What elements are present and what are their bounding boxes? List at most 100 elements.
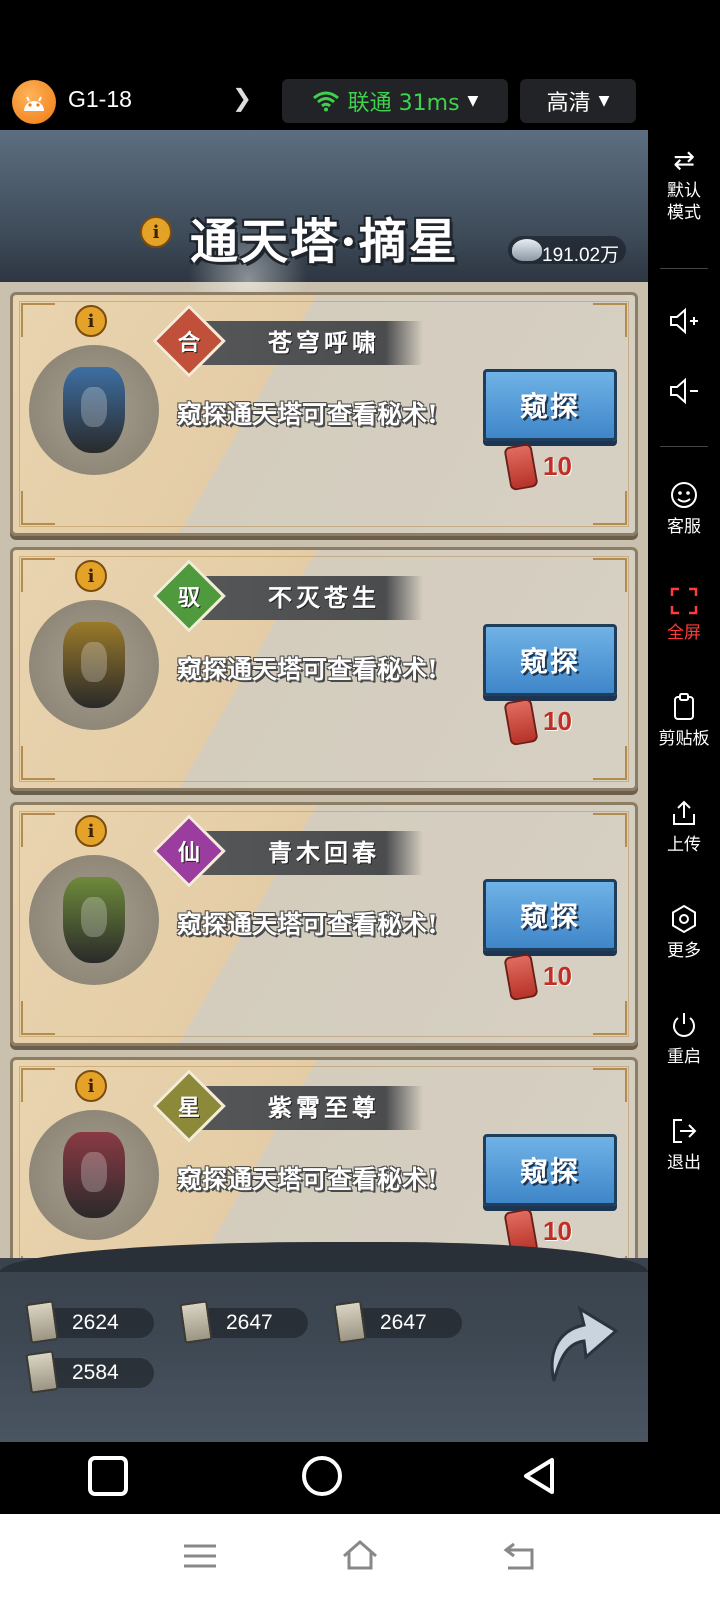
silver-ingot-icon — [512, 239, 542, 261]
default-mode-button[interactable]: ⇄ 默认 模式 — [648, 144, 720, 224]
network-status-dropdown[interactable]: 联通 31ms ▼ — [282, 79, 508, 123]
customer-service-button[interactable]: 客服 — [648, 480, 720, 538]
resource-counter: 2624 — [25, 1300, 154, 1344]
peek-cost: 10 — [543, 1216, 572, 1246]
quality-dropdown[interactable]: 高清 ▼ — [520, 79, 636, 123]
back-icon[interactable] — [500, 1536, 540, 1576]
skill-name: 不灭苍生 — [268, 583, 380, 612]
resource-value: 2624 — [72, 1311, 119, 1334]
swap-icon: ⇄ — [673, 146, 695, 176]
peek-button[interactable]: 窥探 — [483, 1134, 617, 1206]
card-info-icon[interactable]: i — [75, 305, 107, 337]
scroll-ticket-icon — [503, 952, 539, 1002]
skill-card: i 仙 青木回春 窥探通天塔可查看秘术! 窥探 10 — [10, 802, 638, 1046]
scroll-ticket-icon — [503, 442, 539, 492]
quality-label: 高清 — [546, 91, 591, 116]
cloud-session-bar: G1-18 ❯ 联通 31ms ▼ 高清 ▼ — [0, 70, 720, 130]
upload-icon — [648, 798, 720, 832]
restart-label: 重启 — [667, 1047, 701, 1067]
skill-name: 青木回春 — [268, 838, 380, 867]
host-navigation-bar — [0, 1514, 720, 1600]
peek-cost: 10 — [543, 451, 572, 481]
volume-up-icon — [648, 306, 720, 340]
resource-value: 2647 — [380, 1311, 427, 1334]
restart-button[interactable]: 重启 — [648, 1010, 720, 1068]
type-badge-label: 仙 — [177, 840, 200, 866]
skill-name: 苍穹呼啸 — [268, 328, 380, 357]
chat-face-icon — [648, 480, 720, 514]
equipment-icon — [63, 367, 125, 453]
cloud-toolbar: ⇄ 默认 模式 客服 全屏 剪贴板 上传 更多 重启 退出 — [648, 130, 720, 1442]
item-slot[interactable] — [29, 345, 159, 475]
wifi-icon — [312, 91, 339, 112]
fullscreen-icon — [648, 586, 720, 620]
fullscreen-label: 全屏 — [667, 623, 701, 643]
skill-name: 紫霄至尊 — [268, 1093, 380, 1122]
chevron-right-icon[interactable]: ❯ — [232, 84, 252, 112]
more-button[interactable]: 更多 — [648, 904, 720, 962]
exit-button[interactable]: 退出 — [648, 1116, 720, 1174]
card-info-icon[interactable]: i — [75, 1070, 107, 1102]
upload-label: 上传 — [667, 835, 701, 855]
session-name: G1-18 — [68, 86, 132, 112]
network-label: 联通 31ms — [347, 91, 460, 116]
home-icon[interactable] — [340, 1536, 380, 1576]
exit-icon — [648, 1116, 720, 1150]
item-slot[interactable] — [29, 1110, 159, 1240]
game-screen: i 通天塔·摘星 191.02万 i 合 苍穹呼啸 窥探通天塔可查看秘术! 窥探… — [0, 130, 648, 1442]
resource-value: 2584 — [72, 1361, 119, 1384]
peek-cost: 10 — [543, 961, 572, 991]
type-badge-label: 星 — [177, 1095, 200, 1121]
card-info-icon[interactable]: i — [75, 560, 107, 592]
resource-value: 2647 — [226, 1311, 273, 1334]
return-arrow-icon[interactable] — [540, 1295, 620, 1385]
skill-description: 窥探通天塔可查看秘术! — [177, 400, 438, 429]
volume-up-button[interactable] — [648, 306, 720, 342]
back-button[interactable] — [520, 1456, 560, 1496]
resource-counter: 2647 — [333, 1300, 462, 1344]
equipment-icon — [63, 877, 125, 963]
upload-button[interactable]: 上传 — [648, 798, 720, 856]
caret-down-icon: ▼ — [598, 93, 610, 109]
clipboard-label: 剪贴板 — [658, 729, 710, 749]
item-slot[interactable] — [29, 855, 159, 985]
skill-description: 窥探通天塔可查看秘术! — [177, 1165, 438, 1194]
volume-down-button[interactable] — [648, 376, 720, 412]
peek-button[interactable]: 窥探 — [483, 879, 617, 951]
scroll-icon — [333, 1300, 367, 1344]
skill-description: 窥探通天塔可查看秘术! — [177, 910, 438, 939]
title-info-icon[interactable]: i — [140, 216, 172, 248]
skill-card: i 驭 不灭苍生 窥探通天塔可查看秘术! 窥探 10 — [10, 547, 638, 791]
power-icon — [648, 1010, 720, 1044]
customer-service-label: 客服 — [667, 517, 701, 537]
android-app-icon[interactable] — [12, 80, 56, 124]
caret-down-icon: ▼ — [467, 93, 479, 109]
type-badge-label: 驭 — [177, 585, 200, 611]
item-slot[interactable] — [29, 600, 159, 730]
peek-button[interactable]: 窥探 — [483, 624, 617, 696]
fullscreen-button[interactable]: 全屏 — [648, 586, 720, 644]
page-title: 通天塔·摘星 — [190, 214, 459, 270]
resource-counter: 2584 — [25, 1350, 154, 1394]
currency-display: 191.02万 — [508, 236, 626, 266]
scroll-icon — [25, 1300, 59, 1344]
exit-label: 退出 — [667, 1153, 701, 1173]
more-settings-icon — [648, 904, 720, 938]
skill-description: 窥探通天塔可查看秘术! — [177, 655, 438, 684]
clipboard-button[interactable]: 剪贴板 — [648, 692, 720, 750]
scroll-ticket-icon — [503, 697, 539, 747]
skill-card: i 合 苍穹呼啸 窥探通天塔可查看秘术! 窥探 10 — [10, 292, 638, 536]
equipment-icon — [63, 622, 125, 708]
peek-button[interactable]: 窥探 — [483, 369, 617, 441]
card-info-icon[interactable]: i — [75, 815, 107, 847]
volume-down-icon — [648, 376, 720, 410]
equipment-icon — [63, 1132, 125, 1218]
menu-icon[interactable] — [180, 1536, 220, 1576]
resource-counter: 2647 — [179, 1300, 308, 1344]
scroll-icon — [25, 1350, 59, 1394]
recent-apps-button[interactable] — [88, 1456, 128, 1496]
android-navigation-bar — [0, 1442, 720, 1514]
home-button[interactable] — [302, 1456, 342, 1496]
currency-value: 191.02万 — [542, 245, 620, 266]
peek-cost: 10 — [543, 706, 572, 736]
